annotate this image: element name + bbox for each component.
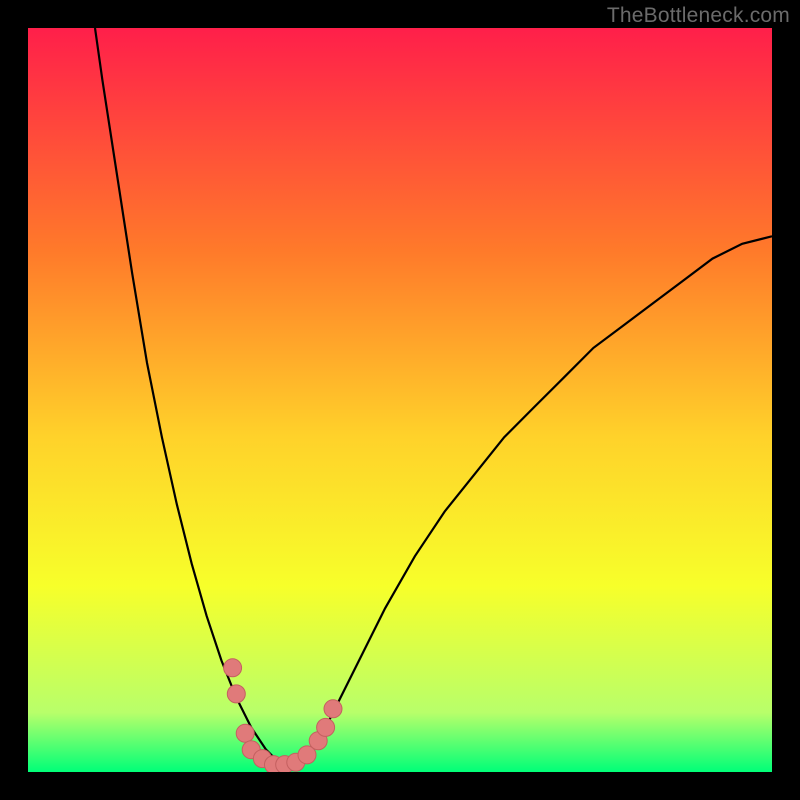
marker-point (236, 724, 254, 742)
bottleneck-chart (28, 28, 772, 772)
marker-point (324, 700, 342, 718)
marker-point (227, 685, 245, 703)
chart-frame (28, 28, 772, 772)
marker-point (317, 718, 335, 736)
gradient-background (28, 28, 772, 772)
marker-point (224, 659, 242, 677)
watermark-text: TheBottleneck.com (607, 4, 790, 28)
